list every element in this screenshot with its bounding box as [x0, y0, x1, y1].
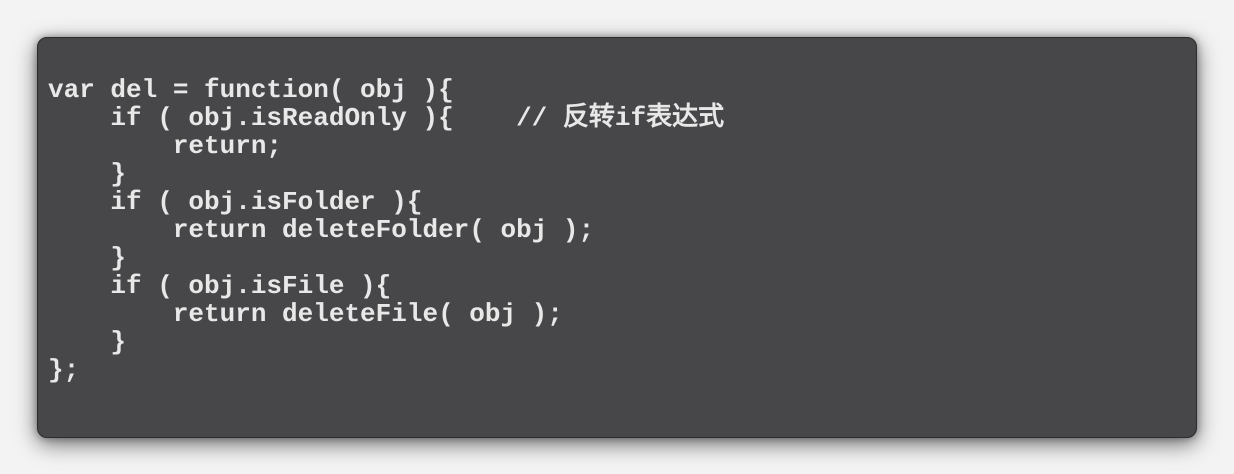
code-line-5: if ( obj.isFolder ){	[48, 187, 423, 217]
code-snippet-window: var del = function( obj ){ if ( obj.isRe…	[37, 37, 1197, 438]
code-line-1: var del = function( obj ){	[48, 75, 454, 105]
code-line-3: return;	[48, 131, 283, 161]
code-line-2: if ( obj.isReadOnly ){ // 反转if表达式	[48, 103, 725, 133]
code-line-4: }	[48, 159, 127, 189]
code-line-10: }	[48, 327, 127, 357]
code-block: var del = function( obj ){ if ( obj.isRe…	[48, 76, 724, 384]
code-line-8: if ( obj.isFile ){	[48, 271, 392, 301]
code-line-11: };	[48, 355, 80, 385]
code-line-9: return deleteFile( obj );	[48, 299, 563, 329]
code-line-6: return deleteFolder( obj );	[48, 215, 595, 245]
code-line-7: }	[48, 243, 127, 273]
